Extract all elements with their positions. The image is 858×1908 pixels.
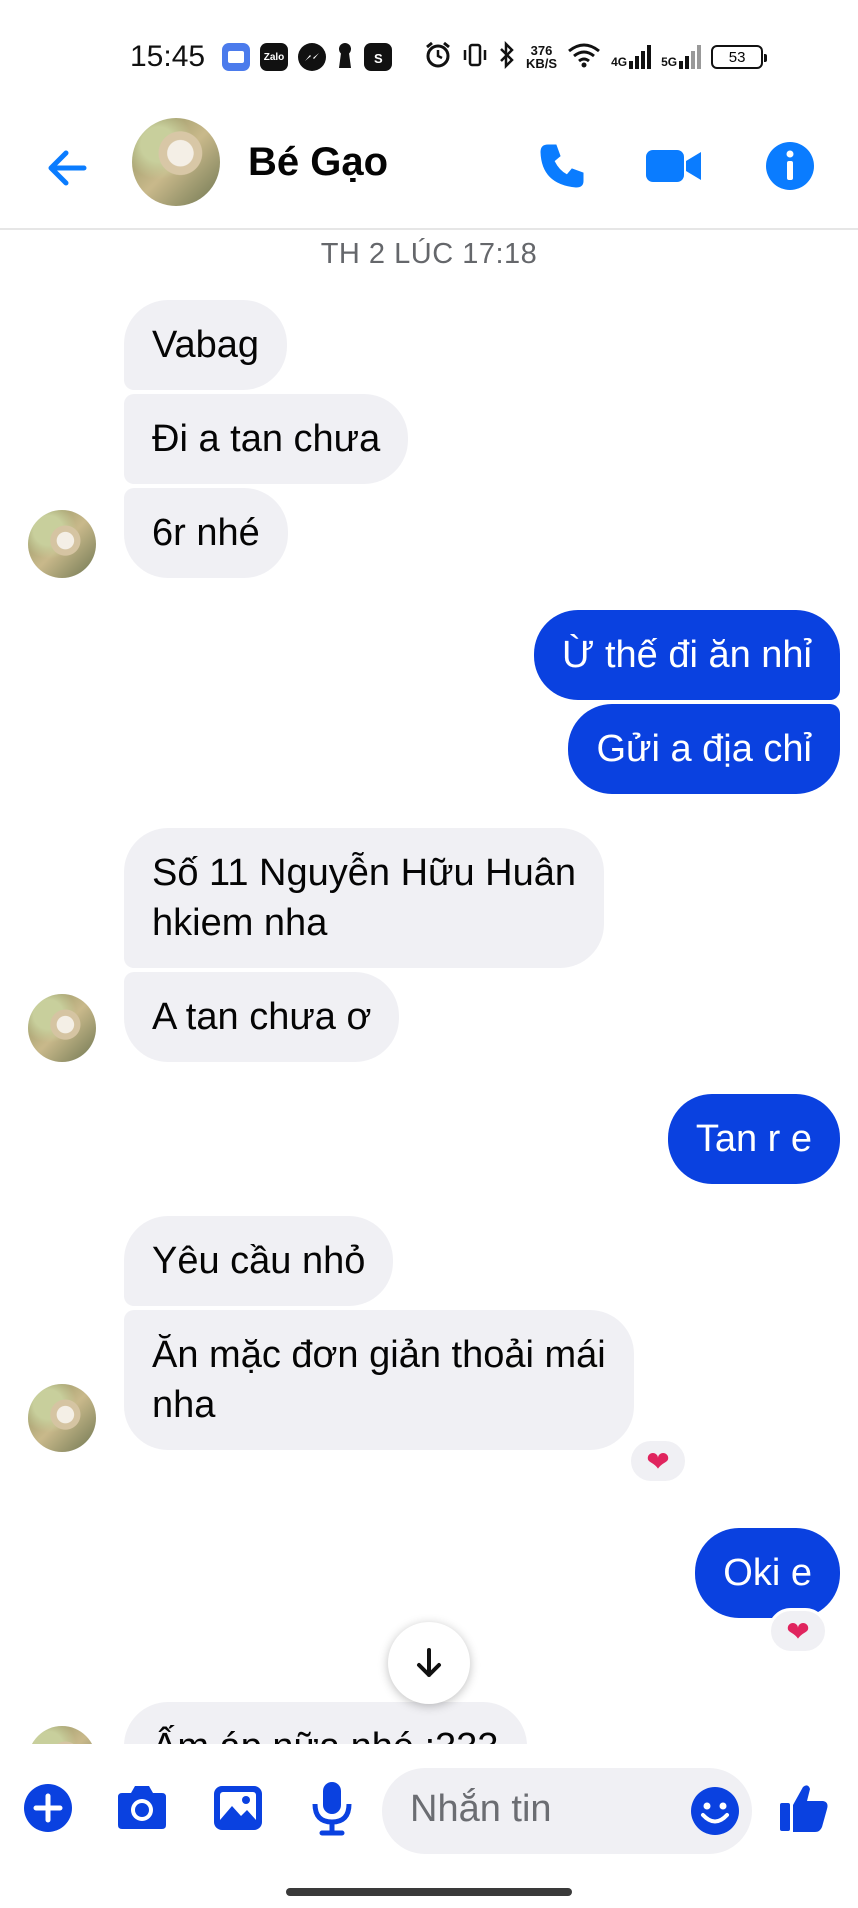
back-button[interactable] <box>40 140 96 196</box>
wifi-icon <box>567 42 601 73</box>
status-time: 15:45 <box>130 40 206 73</box>
contact-avatar[interactable] <box>132 118 220 206</box>
sender-avatar[interactable] <box>28 1726 96 1744</box>
thumbs-up-icon <box>780 1785 828 1832</box>
phone-icon <box>540 144 584 188</box>
conversation-info-button[interactable] <box>760 136 820 196</box>
message-input-placeholder: Nhắn tin <box>410 1788 552 1830</box>
home-indicator[interactable] <box>286 1888 572 1896</box>
signal-5g-icon: 5G <box>661 45 702 69</box>
network-speed: 376 KB/S <box>526 43 558 71</box>
voice-call-button[interactable] <box>532 136 592 196</box>
incoming-message[interactable]: A tan chưa ơ <box>124 972 400 1062</box>
image-icon <box>214 1786 262 1830</box>
outgoing-message[interactable]: Tan r e <box>667 1094 840 1184</box>
incoming-message[interactable]: Ăn mặc đơn giản thoải mái nha <box>124 1310 634 1450</box>
message-input[interactable]: Nhắn tin <box>382 1768 752 1854</box>
message-line: hkiem nha <box>152 902 328 944</box>
gallery-button[interactable] <box>206 1776 270 1840</box>
emoji-icon <box>691 1787 739 1835</box>
video-call-button[interactable] <box>644 136 704 196</box>
signal-4g-icon: 4G <box>611 45 652 69</box>
outgoing-message[interactable]: Oki e <box>695 1528 840 1618</box>
message-line: Ăn mặc đơn giản thoải mái <box>152 1334 606 1376</box>
message-line: Số 11 Nguyễn Hữu Huân <box>152 852 576 894</box>
incoming-message[interactable]: 6r nhé <box>124 488 288 578</box>
heart-reaction[interactable]: ❤ <box>768 1608 828 1654</box>
bluetooth-icon <box>498 40 516 74</box>
zalo-icon: Zalo <box>260 43 288 71</box>
svg-text:S: S <box>374 51 383 66</box>
vibrate-icon <box>462 42 488 73</box>
timestamp-divider: TH 2 LÚC 17:18 <box>320 238 538 270</box>
sender-avatar[interactable] <box>28 1384 96 1452</box>
message-composer: Nhắn tin <box>0 1744 858 1884</box>
video-camera-icon <box>646 150 701 182</box>
message-line: nha <box>152 1384 216 1426</box>
outgoing-message[interactable]: Gửi a địa chỉ <box>568 704 840 794</box>
camera-icon <box>118 1786 166 1829</box>
sender-avatar[interactable] <box>28 994 96 1062</box>
plus-circle-icon <box>24 1784 72 1832</box>
alarm-icon <box>424 41 452 74</box>
back-arrow-icon <box>48 150 87 186</box>
sender-avatar[interactable] <box>28 510 96 578</box>
messenger-icon <box>298 43 326 71</box>
conversation-header: Bé Gạo <box>0 110 858 230</box>
status-icons: Zalo S 376 KB/S 4G 5G 53 <box>222 40 768 74</box>
microphone-icon <box>312 1782 352 1836</box>
status-bar: 15:45 Zalo S 376 KB/S 4G 5G 53 <box>0 0 858 110</box>
arrow-down-icon <box>417 1648 441 1677</box>
shopee-icon: S <box>364 43 392 71</box>
incoming-message[interactable]: Yêu cầu nhỏ <box>124 1216 394 1306</box>
more-actions-button[interactable] <box>16 1776 80 1840</box>
contact-name[interactable]: Bé Gạo <box>248 140 388 185</box>
battery-indicator: 53 <box>711 45 768 69</box>
incoming-message[interactable]: Ấm áp nữa nhé :333 <box>124 1702 527 1744</box>
camera-button[interactable] <box>110 1776 174 1840</box>
incoming-message[interactable]: Số 11 Nguyễn Hữu Huân hkiem nha <box>124 828 604 968</box>
incoming-message[interactable]: Đi a tan chưa <box>124 394 409 484</box>
voice-message-button[interactable] <box>300 1776 364 1840</box>
scroll-to-bottom-button[interactable] <box>388 1622 470 1704</box>
keyhole-icon <box>336 41 354 73</box>
heart-reaction[interactable]: ❤ <box>628 1438 688 1484</box>
emoji-button[interactable] <box>688 1784 742 1843</box>
message-list[interactable]: TH 2 LÚC 17:18 Vabag Đi a tan chưa 6r nh… <box>0 232 858 1744</box>
outgoing-message[interactable]: Ừ thế đi ăn nhỉ <box>533 610 840 700</box>
incoming-message[interactable]: Vabag <box>124 300 288 390</box>
info-icon <box>766 142 814 190</box>
message-app-icon <box>222 43 250 71</box>
like-button[interactable] <box>772 1776 836 1840</box>
